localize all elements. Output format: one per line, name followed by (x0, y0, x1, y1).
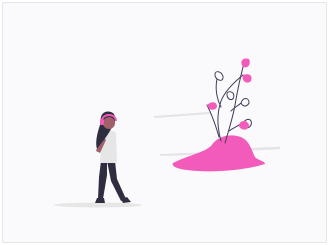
illustration-svg (54, 58, 281, 208)
person-figure (95, 111, 131, 203)
ground-shadow (54, 202, 142, 208)
plant-leaves-pink (207, 58, 252, 130)
person-shoes (95, 198, 105, 203)
person-head (103, 117, 115, 129)
illustration-card (2, 2, 327, 243)
person-legs (98, 161, 107, 199)
